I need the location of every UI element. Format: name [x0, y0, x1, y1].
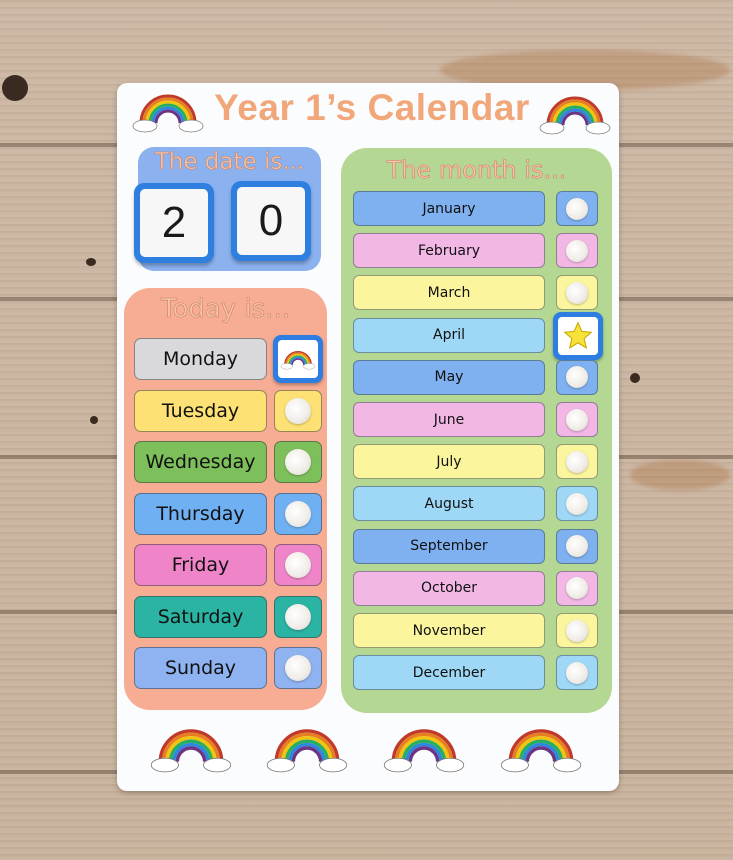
- month-row: November: [353, 613, 603, 648]
- month-label[interactable]: December: [353, 655, 545, 691]
- digit-value: 0: [237, 187, 305, 255]
- day-slot[interactable]: [274, 544, 322, 586]
- rainbow-icon: [485, 723, 597, 777]
- month-row: September: [353, 528, 603, 564]
- day-label[interactable]: Tuesday: [134, 389, 267, 432]
- month-slot[interactable]: [556, 486, 598, 522]
- velcro-dot-icon: [566, 577, 588, 600]
- month-slot[interactable]: [556, 233, 598, 269]
- velcro-dot-icon: [566, 535, 588, 558]
- velcro-dot-icon: [285, 552, 311, 578]
- month-label[interactable]: July: [353, 444, 545, 480]
- month-row: August: [353, 486, 603, 522]
- rainbow-icon: [368, 723, 480, 777]
- velcro-dot-icon: [566, 661, 588, 684]
- velcro-dot-icon: [285, 397, 311, 424]
- day-slot[interactable]: [274, 441, 322, 483]
- today-heading: Today is...: [160, 294, 291, 325]
- rainbow-icon: [132, 94, 204, 133]
- month-slot[interactable]: [556, 655, 598, 691]
- rainbow-icon: [539, 96, 611, 135]
- velcro-dot-icon: [566, 281, 588, 304]
- velcro-dot-icon: [566, 239, 588, 262]
- wood-grain: [630, 460, 730, 490]
- date-heading: The date is...: [154, 149, 305, 176]
- month-label[interactable]: June: [353, 402, 545, 437]
- date-digit-ones[interactable]: 0: [231, 181, 311, 261]
- month-row: December: [353, 655, 603, 691]
- month-label[interactable]: September: [353, 528, 545, 564]
- month-slot[interactable]: [556, 359, 598, 395]
- today-marker[interactable]: [273, 335, 323, 383]
- month-row: October: [353, 570, 603, 606]
- month-slot[interactable]: [556, 275, 598, 311]
- month-label[interactable]: November: [353, 613, 545, 648]
- month-slot[interactable]: [556, 191, 598, 226]
- day-slot[interactable]: [274, 389, 322, 432]
- day-label[interactable]: Saturday: [134, 595, 267, 638]
- day-slot[interactable]: [274, 595, 322, 638]
- rainbow-icon: [278, 340, 318, 378]
- month-label[interactable]: March: [353, 275, 545, 311]
- velcro-dot-icon: [285, 500, 311, 527]
- month-row: June: [353, 402, 603, 437]
- rainbow-icon: [135, 723, 247, 777]
- month-label[interactable]: October: [353, 570, 545, 606]
- today-panel: Today is... Monday Tuesday Wednesday Thu…: [124, 288, 327, 710]
- star-icon: [558, 316, 598, 355]
- month-label[interactable]: May: [353, 359, 545, 395]
- velcro-dot-icon: [566, 408, 588, 431]
- month-row: April: [353, 311, 603, 360]
- wood-knot: [90, 416, 98, 424]
- month-slot[interactable]: [556, 528, 598, 564]
- month-slot[interactable]: [556, 613, 598, 648]
- day-slot[interactable]: [274, 492, 322, 535]
- day-label[interactable]: Sunday: [134, 647, 267, 689]
- month-row: May: [353, 359, 603, 395]
- day-label[interactable]: Friday: [134, 544, 267, 586]
- velcro-dot-icon: [566, 197, 588, 220]
- wood-knot: [2, 75, 28, 101]
- digit-value: 2: [140, 189, 208, 257]
- velcro-dot-icon: [285, 655, 311, 681]
- day-label[interactable]: Wednesday: [134, 441, 267, 483]
- wood-knot: [630, 373, 640, 383]
- month-row: March: [353, 275, 603, 311]
- month-label[interactable]: August: [353, 486, 545, 522]
- month-slot[interactable]: [556, 570, 598, 606]
- velcro-dot-icon: [285, 603, 311, 630]
- month-panel: The month is... January February March A…: [341, 148, 612, 713]
- date-panel: The date is... 2 0: [134, 147, 321, 271]
- day-row: Monday: [134, 335, 324, 383]
- month-label[interactable]: February: [353, 233, 545, 269]
- board-title: Year 1’s Calendar: [214, 87, 530, 128]
- date-digit-tens[interactable]: 2: [134, 183, 214, 263]
- rainbow-icon: [251, 723, 363, 777]
- wood-knot: [86, 258, 96, 266]
- velcro-dot-icon: [566, 619, 588, 642]
- month-row: February: [353, 233, 603, 269]
- calendar-board: Year 1’s Calendar The date is... 2 0 Tod…: [117, 83, 619, 791]
- month-row: January: [353, 191, 603, 226]
- velcro-dot-icon: [566, 492, 588, 515]
- velcro-dot-icon: [285, 449, 311, 475]
- day-row: Saturday: [134, 595, 324, 638]
- month-label[interactable]: April: [353, 317, 545, 353]
- day-label[interactable]: Thursday: [134, 492, 267, 535]
- month-slot[interactable]: [556, 444, 598, 480]
- month-slot[interactable]: [556, 402, 598, 437]
- month-row: July: [353, 444, 603, 480]
- day-slot[interactable]: [274, 647, 322, 689]
- month-label[interactable]: January: [353, 191, 545, 226]
- day-row: Friday: [134, 544, 324, 586]
- day-row: Sunday: [134, 647, 324, 689]
- day-row: Wednesday: [134, 441, 324, 483]
- velcro-dot-icon: [566, 366, 588, 389]
- velcro-dot-icon: [566, 450, 588, 473]
- day-row: Thursday: [134, 492, 324, 535]
- day-label[interactable]: Monday: [134, 338, 267, 380]
- month-marker[interactable]: [553, 311, 603, 360]
- day-row: Tuesday: [134, 389, 324, 432]
- month-heading: The month is...: [386, 156, 567, 185]
